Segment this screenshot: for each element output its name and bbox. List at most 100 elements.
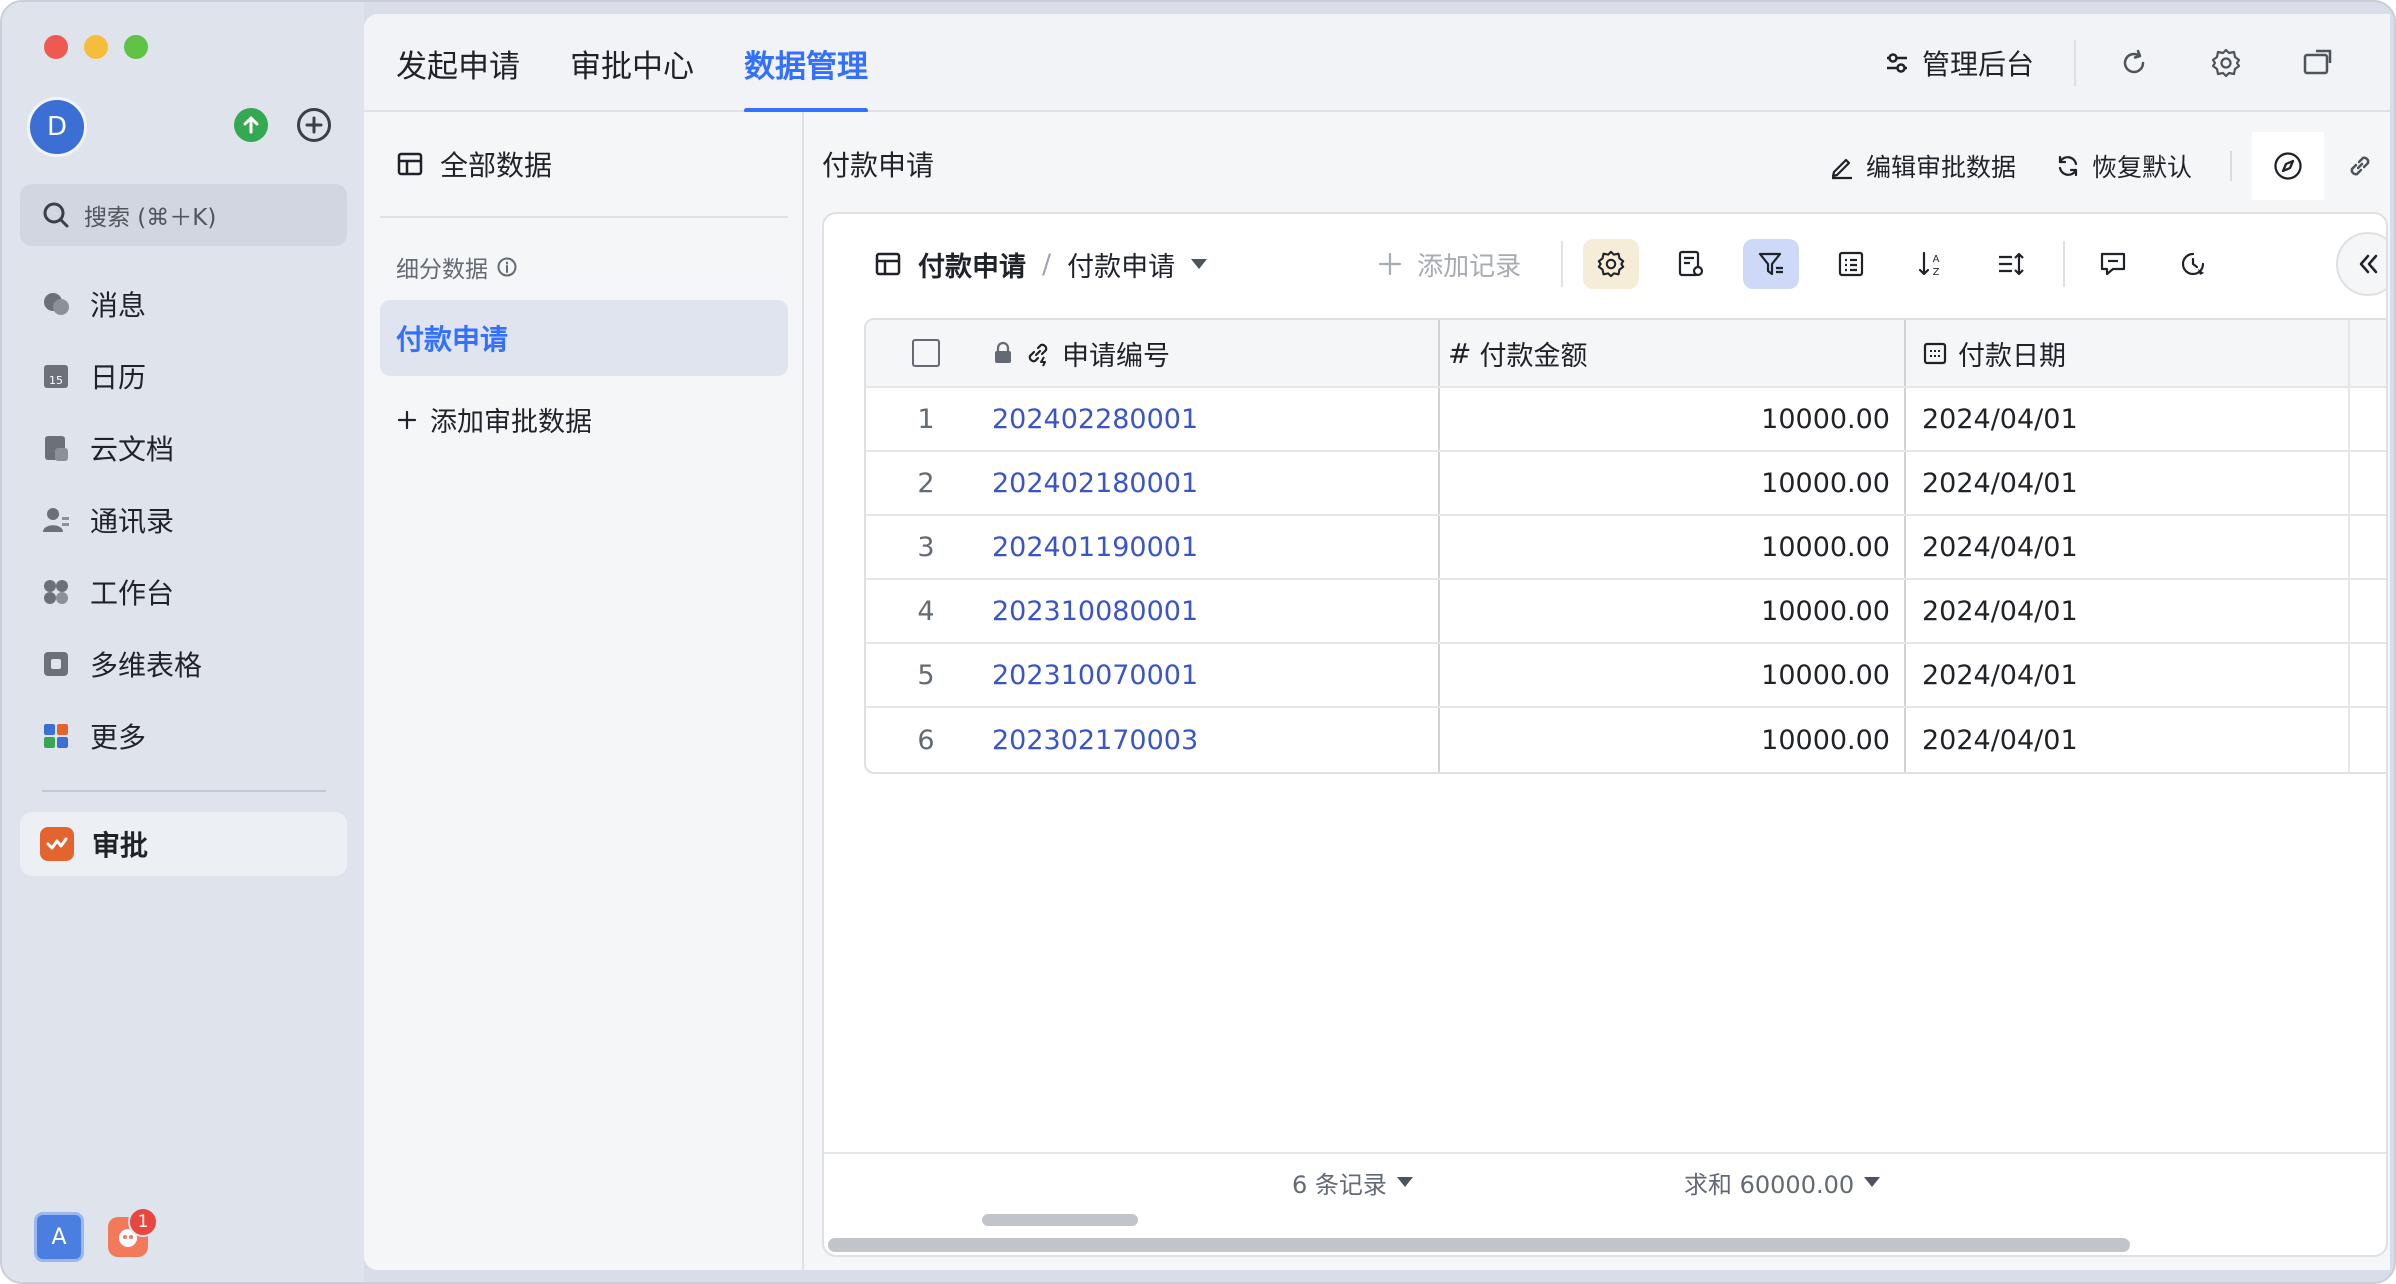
row-height-button[interactable] [1983,239,2039,289]
refresh-button[interactable] [2114,43,2154,83]
sidebar-item-label: 通讯录 [90,505,175,538]
field-settings-button[interactable] [1663,239,1719,289]
cell-date[interactable]: 2024/04/01 [1906,644,2350,706]
cell-number[interactable]: 202402280001 [986,388,1440,450]
minimize-window-button[interactable] [84,35,108,59]
more-apps-icon [40,720,72,752]
table-name[interactable]: 付款申请 [918,245,1026,284]
svg-text:A: A [1933,254,1940,265]
panel-divider [380,216,788,218]
select-all-checkbox[interactable] [912,339,940,367]
table-row[interactable]: 3 202401190001 10000.00 2024/04/01 [866,516,2386,580]
restore-default-button[interactable]: 恢复默认 [2054,148,2192,184]
new-window-icon [2303,49,2332,75]
search-box[interactable]: 搜索 (⌘＋K) [20,184,347,246]
cell-date[interactable]: 2024/04/01 [1906,708,2350,772]
history-button[interactable] [2165,239,2221,289]
column-header-date[interactable]: 付款日期 [1906,320,2350,386]
record-link[interactable]: 202302170003 [992,725,1198,756]
cell-number[interactable]: 202402180001 [986,452,1440,514]
cell-amount[interactable]: 10000.00 [1440,580,1906,642]
table-row[interactable]: 1 202402280001 10000.00 2024/04/01 [866,388,2386,452]
column-header-number[interactable]: 申请编号 [986,320,1440,386]
sidebar-item-label: 多维表格 [90,649,203,682]
close-window-button[interactable] [44,35,68,59]
add-record-button[interactable]: 添加记录 [1377,246,1521,283]
settings-button[interactable] [2206,43,2246,83]
sidebar-item-messages[interactable]: 消息 [20,268,347,340]
collapse-toolbar-button[interactable] [2336,232,2386,296]
table-settings-button[interactable] [1583,239,1640,289]
guide-button[interactable] [2252,132,2324,200]
cell-more [2350,516,2386,578]
sidebar-item-calendar[interactable]: 15 日历 [20,340,347,412]
table-row[interactable]: 4 202310080001 10000.00 2024/04/01 [866,580,2386,644]
column-header-amount[interactable]: # 付款金额 [1440,320,1906,386]
workspace-avatar[interactable]: A [34,1212,84,1262]
record-link[interactable]: 202310080001 [992,596,1198,627]
cell-number[interactable]: 202401190001 [986,516,1440,578]
sidebar-item-contacts[interactable]: 通讯录 [20,484,347,556]
calendar-icon: 15 [40,360,72,392]
sidebar-item-workplace[interactable]: 工作台 [20,556,347,628]
upgrade-button[interactable] [234,108,268,142]
sidebar-item-label: 更多 [90,721,147,754]
cell-number[interactable]: 202302170003 [986,708,1440,772]
copy-link-button[interactable] [2340,146,2380,186]
add-approval-data-button[interactable]: 添加审批数据 [396,400,592,439]
sidebar-item-docs[interactable]: 云文档 [20,412,347,484]
sum-dropdown[interactable]: 求和 60000.00 [1684,1165,1881,1200]
table-row[interactable]: 5 202310070001 10000.00 2024/04/01 [866,644,2386,708]
filter-button[interactable] [1743,239,1800,289]
group-button[interactable] [1823,239,1879,289]
top-bar: 发起申请 审批中心 数据管理 管理后台 [364,14,2390,113]
record-link[interactable]: 202402180001 [992,468,1198,499]
app-window: D 搜索 (⌘＋K) 消息 15 日历 云文档 通讯录 工作台 多维表格 更多 … [0,0,2396,1284]
table-row[interactable]: 2 202402180001 10000.00 2024/04/01 [866,452,2386,516]
all-data-item[interactable]: 全部数据 [396,144,552,184]
sidebar-item-approval[interactable]: 审批 [20,812,347,876]
comments-button[interactable] [2085,239,2141,289]
admin-console-button[interactable]: 管理后台 [1884,43,2034,83]
view-name[interactable]: 付款申请 [1067,245,1175,284]
record-count-dropdown[interactable]: 6 条记录 [1292,1165,1413,1200]
table-row[interactable]: 6 202302170003 10000.00 2024/04/01 [866,708,2386,772]
create-button[interactable] [297,108,331,142]
edit-approval-data-button[interactable]: 编辑审批数据 [1828,148,2016,184]
cell-amount[interactable]: 10000.00 [1440,452,1906,514]
sidebar-item-base[interactable]: 多维表格 [20,628,347,700]
maximize-window-button[interactable] [124,35,148,59]
chevron-down-icon[interactable] [1191,259,1208,269]
user-avatar[interactable]: D [27,97,87,157]
tab-submit-request[interactable]: 发起申请 [396,14,520,112]
cell-number[interactable]: 202310080001 [986,580,1440,642]
sidebar-item-more[interactable]: 更多 [20,700,347,772]
cell-number[interactable]: 202310070001 [986,644,1440,706]
plus-icon [305,116,323,134]
sort-button[interactable]: AZ [1903,239,1959,289]
tab-data-management[interactable]: 数据管理 [744,14,868,113]
cell-date[interactable]: 2024/04/01 [1906,452,2350,514]
cell-date[interactable]: 2024/04/01 [1906,388,2350,450]
select-all-cell [866,320,986,386]
cell-amount[interactable]: 10000.00 [1440,516,1906,578]
record-link[interactable]: 202310070001 [992,660,1198,691]
subsection-title: 细分数据 [396,250,518,284]
record-link[interactable]: 202402280001 [992,404,1198,435]
tab-approval-center[interactable]: 审批中心 [570,14,694,112]
base-icon [40,648,72,680]
record-link[interactable]: 202401190001 [992,532,1198,563]
row-index: 3 [917,531,935,563]
cell-amount[interactable]: 10000.00 [1440,388,1906,450]
info-icon[interactable] [496,256,518,278]
toolbar-divider [2063,241,2066,287]
open-in-window-button[interactable] [2298,43,2338,83]
data-item-payment-request[interactable]: 付款申请 [380,300,788,376]
cell-date[interactable]: 2024/04/01 [1906,580,2350,642]
cell-date[interactable]: 2024/04/01 [1906,516,2350,578]
cell-amount[interactable]: 10000.00 [1440,708,1906,772]
frozen-scrollbar[interactable] [982,1214,1138,1226]
cell-amount[interactable]: 10000.00 [1440,644,1906,706]
approval-app-icon [40,827,74,861]
horizontal-scrollbar[interactable] [828,1238,2130,1252]
